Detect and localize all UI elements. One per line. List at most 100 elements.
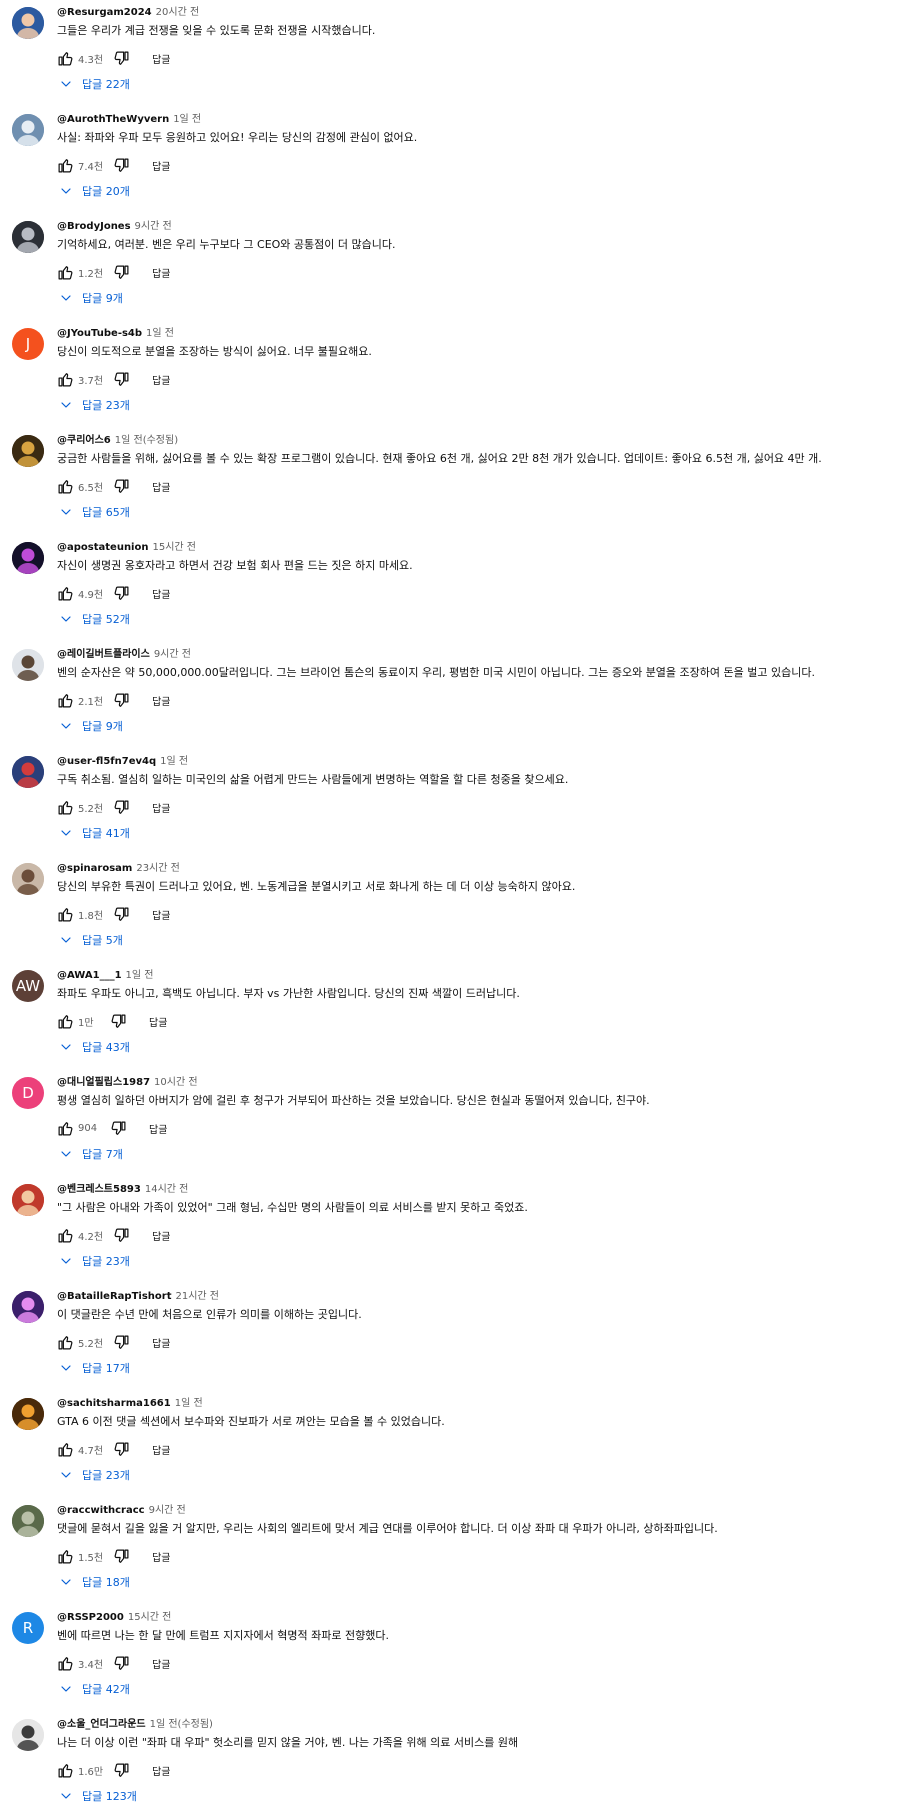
avatar-person-light-icon[interactable]	[12, 863, 44, 895]
comment-timestamp[interactable]: 1일 전(수정됨)	[115, 435, 178, 446]
reply-button[interactable]: 답글	[152, 1442, 170, 1457]
comment-author[interactable]: @user-fl5fn7ev4q	[57, 756, 156, 767]
reply-button[interactable]: 답글	[152, 1763, 170, 1778]
view-replies-button[interactable]: 답글 42개	[60, 1681, 130, 1697]
view-replies-button[interactable]: 답글 43개	[60, 1039, 130, 1055]
comment-timestamp[interactable]: 1일 전(수정됨)	[150, 1719, 213, 1730]
reply-button[interactable]: 답글	[152, 907, 170, 922]
comment-author[interactable]: @AWA1___1	[57, 970, 122, 981]
view-replies-button[interactable]: 답글 22개	[60, 76, 130, 92]
like-button[interactable]: 7.4천	[57, 157, 103, 174]
comment-author[interactable]: @벤크레스트5893	[57, 1184, 141, 1195]
dislike-button[interactable]	[113, 799, 130, 816]
like-button[interactable]: 4.2천	[57, 1227, 103, 1244]
comment-timestamp[interactable]: 10시간 전	[154, 1077, 198, 1088]
dislike-button[interactable]	[113, 1655, 130, 1672]
like-button[interactable]: 1.6만	[57, 1762, 103, 1779]
reply-button[interactable]: 답글	[152, 1228, 170, 1243]
reply-button[interactable]: 답글	[152, 1335, 170, 1350]
avatar-flag-person-icon[interactable]	[12, 756, 44, 788]
like-button[interactable]: 904	[57, 1120, 100, 1137]
reply-button[interactable]: 답글	[152, 479, 170, 494]
dislike-button[interactable]	[113, 692, 130, 709]
dislike-button[interactable]	[110, 1120, 127, 1137]
comment-author[interactable]: @BrodyJones	[57, 221, 131, 232]
dislike-button[interactable]	[113, 1548, 130, 1565]
comment-author[interactable]: @BatailleRapTishort	[57, 1291, 171, 1302]
comment-timestamp[interactable]: 9시간 전	[149, 1505, 186, 1516]
reply-button[interactable]: 답글	[149, 1121, 167, 1136]
reply-button[interactable]: 답글	[152, 372, 170, 387]
reply-button[interactable]: 답글	[152, 1656, 170, 1671]
comment-timestamp[interactable]: 15시간 전	[128, 1612, 172, 1623]
view-replies-button[interactable]: 답글 9개	[60, 290, 123, 306]
like-button[interactable]: 1.8천	[57, 906, 103, 923]
comment-author[interactable]: @JYouTube-s4b	[57, 328, 142, 339]
comment-timestamp[interactable]: 15시간 전	[152, 542, 196, 553]
dislike-button[interactable]	[110, 1013, 127, 1030]
avatar[interactable]: D	[12, 1077, 44, 1109]
reply-button[interactable]: 답글	[152, 693, 170, 708]
comment-timestamp[interactable]: 1일 전	[175, 1398, 203, 1409]
comment-author[interactable]: @RSSP2000	[57, 1612, 124, 1623]
view-replies-button[interactable]: 답글 5개	[60, 932, 123, 948]
comment-author[interactable]: @apostateunion	[57, 542, 148, 553]
view-replies-button[interactable]: 답글 65개	[60, 504, 130, 520]
comment-timestamp[interactable]: 1일 전	[126, 970, 154, 981]
like-button[interactable]: 4.9천	[57, 585, 103, 602]
view-replies-button[interactable]: 답글 20개	[60, 183, 130, 199]
view-replies-button[interactable]: 답글 23개	[60, 1253, 130, 1269]
reply-button[interactable]: 답글	[152, 1549, 170, 1564]
avatar-person-photo-icon[interactable]	[12, 649, 44, 681]
view-replies-button[interactable]: 답글 7개	[60, 1146, 123, 1162]
comment-timestamp[interactable]: 1일 전	[146, 328, 174, 339]
comment-timestamp[interactable]: 9시간 전	[154, 649, 191, 660]
avatar[interactable]: J	[12, 328, 44, 360]
dislike-button[interactable]	[113, 1441, 130, 1458]
like-button[interactable]: 5.2천	[57, 799, 103, 816]
reply-button[interactable]: 답글	[152, 51, 170, 66]
comment-timestamp[interactable]: 1일 전	[160, 756, 188, 767]
like-button[interactable]: 4.7천	[57, 1441, 103, 1458]
view-replies-button[interactable]: 답글 52개	[60, 611, 130, 627]
view-replies-button[interactable]: 답글 9개	[60, 718, 123, 734]
comment-timestamp[interactable]: 21시간 전	[175, 1291, 219, 1302]
dislike-button[interactable]	[113, 50, 130, 67]
comment-timestamp[interactable]: 20시간 전	[156, 7, 200, 18]
dislike-button[interactable]	[113, 157, 130, 174]
reply-button[interactable]: 답글	[152, 158, 170, 173]
like-button[interactable]: 1.5천	[57, 1548, 103, 1565]
avatar[interactable]: R	[12, 1612, 44, 1644]
reply-button[interactable]: 답글	[149, 1014, 167, 1029]
comment-timestamp[interactable]: 9시간 전	[135, 221, 172, 232]
comment-author[interactable]: @spinarosam	[57, 863, 132, 874]
avatar-purple-orb-icon[interactable]	[12, 1291, 44, 1323]
avatar-cat-icon[interactable]	[12, 435, 44, 467]
like-button[interactable]: 1.2천	[57, 264, 103, 281]
avatar-anime-girl-icon[interactable]	[12, 7, 44, 39]
avatar-dragon-icon[interactable]	[12, 114, 44, 146]
reply-button[interactable]: 답글	[152, 265, 170, 280]
dislike-button[interactable]	[113, 906, 130, 923]
avatar-grey-character-icon[interactable]	[12, 1719, 44, 1751]
dislike-button[interactable]	[113, 1334, 130, 1351]
dislike-button[interactable]	[113, 264, 130, 281]
avatar-dark-burst-icon[interactable]	[12, 542, 44, 574]
avatar-raccoon-icon[interactable]	[12, 1505, 44, 1537]
avatar-person-red-icon[interactable]	[12, 1184, 44, 1216]
view-replies-button[interactable]: 답글 17개	[60, 1360, 130, 1376]
view-replies-button[interactable]: 답글 23개	[60, 1467, 130, 1483]
comment-author[interactable]: @레이길버트플라이스	[57, 649, 150, 660]
dislike-button[interactable]	[113, 1227, 130, 1244]
comment-author[interactable]: @AurothTheWyvern	[57, 114, 169, 125]
avatar-orange-figure-icon[interactable]	[12, 1398, 44, 1430]
comment-author[interactable]: @쿠리어스6	[57, 435, 111, 446]
comment-author[interactable]: @sachitsharma1661	[57, 1398, 171, 1409]
comment-timestamp[interactable]: 1일 전	[173, 114, 201, 125]
view-replies-button[interactable]: 답글 41개	[60, 825, 130, 841]
comment-author[interactable]: @대니얼필립스1987	[57, 1077, 150, 1088]
like-button[interactable]: 3.7천	[57, 371, 103, 388]
dislike-button[interactable]	[113, 371, 130, 388]
view-replies-button[interactable]: 답글 123개	[60, 1788, 137, 1804]
comment-timestamp[interactable]: 23시간 전	[136, 863, 180, 874]
